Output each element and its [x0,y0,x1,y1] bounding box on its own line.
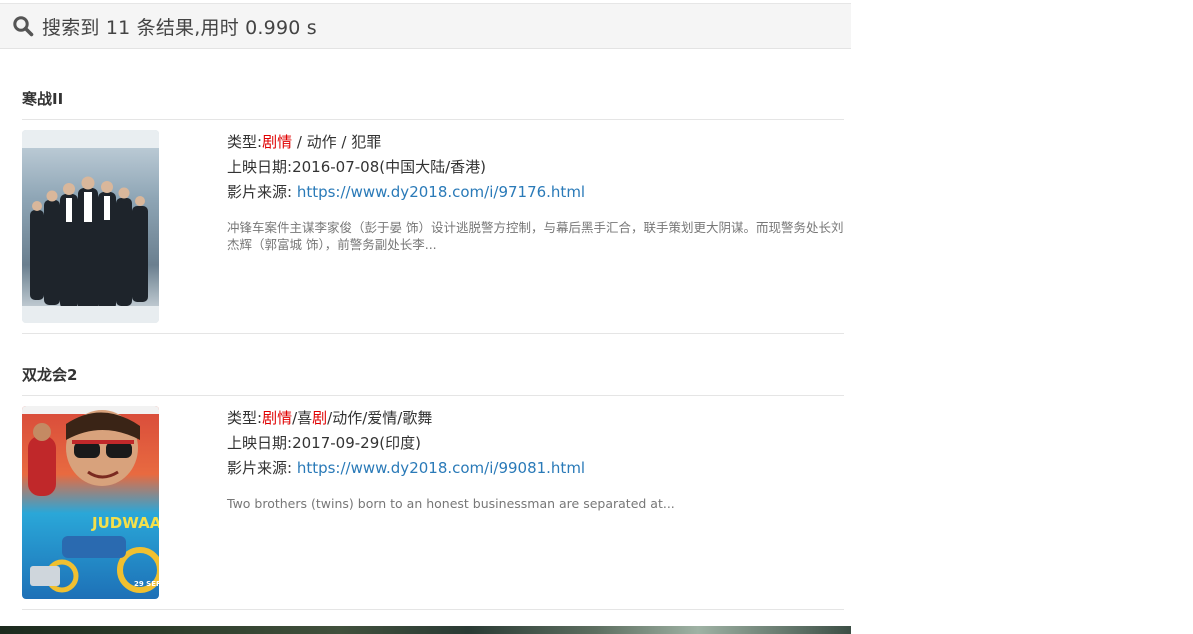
source-label: 影片来源: [227,459,297,477]
poster-date-text: 29 SEP [134,580,159,588]
genre-highlight: 剧 [312,409,328,427]
movie-poster[interactable]: JUDWAA2 29 SEP [22,406,159,599]
genre-rest: / 动作 / 犯罪 [292,133,382,151]
genre-highlight: 剧情 [262,409,293,427]
movie-summary: Two brothers (twins) born to an honest b… [227,496,675,511]
genre-label: 类型: [227,409,263,427]
poster-title-text: JUDWAA2 [91,514,159,532]
release-value: 2017-09-29(印度) [292,434,421,452]
source-link[interactable]: https://www.dy2018.com/i/97176.html [297,183,585,201]
genre-label: 类型: [227,133,263,151]
movie-source: 影片来源: https://www.dy2018.com/i/97176.htm… [227,180,845,205]
movie-release-date: 上映日期:2017-09-29(印度) [227,431,845,456]
source-link[interactable]: https://www.dy2018.com/i/99081.html [297,459,585,477]
movie-release-date: 上映日期:2016-07-08(中国大陆/香港) [227,155,845,180]
movie-info: 类型:剧情 / 动作 / 犯罪 上映日期:2016-07-08(中国大陆/香港)… [227,130,845,253]
movie-title[interactable]: 寒战II [22,89,844,109]
results-list: 寒战II 类型:剧情 / 动作 / 犯罪 上映日期:2016-07-08(中国大… [22,50,844,610]
source-label: 影片来源: [227,183,297,201]
movie-source: 影片来源: https://www.dy2018.com/i/99081.htm… [227,456,845,481]
search-results-page: 搜索到 11 条结果,用时 0.990 s 寒战II 类型:剧情 / 动作 / … [0,0,1193,634]
genre-highlight: 剧情 [262,133,293,151]
release-value: 2016-07-08(中国大陆/香港) [292,158,486,176]
movie-item: 寒战II 类型:剧情 / 动作 / 犯罪 上映日期:2016-07-08(中国大… [22,50,844,334]
movie-item: 双龙会2 JUDWAA 29 SEP 类型:剧情/喜剧/动作/爱情/歌舞 上映日… [22,334,844,610]
genre-mid: /喜 [292,409,313,427]
movie-poster[interactable] [22,130,159,323]
search-summary-bar: 搜索到 11 条结果,用时 0.990 s [0,3,851,49]
release-label: 上映日期: [227,434,293,452]
movie-title[interactable]: 双龙会2 [22,365,844,385]
movie-genre: 类型:剧情 / 动作 / 犯罪 [227,130,845,155]
search-result-summary: 搜索到 11 条结果,用时 0.990 s [42,16,317,39]
next-poster-strip [0,626,851,634]
genre-rest: /动作/爱情/歌舞 [327,409,433,427]
movie-genre: 类型:剧情/喜剧/动作/爱情/歌舞 [227,406,845,431]
release-label: 上映日期: [227,158,293,176]
movie-divider [22,609,844,610]
movie-summary: 冲锋车案件主谋李家俊（彭于晏 饰）设计逃脱警方控制，与幕后黑手汇合，联手策划更大… [227,220,844,252]
search-icon [12,15,34,37]
movie-info: 类型:剧情/喜剧/动作/爱情/歌舞 上映日期:2017-09-29(印度) 影片… [227,406,845,512]
